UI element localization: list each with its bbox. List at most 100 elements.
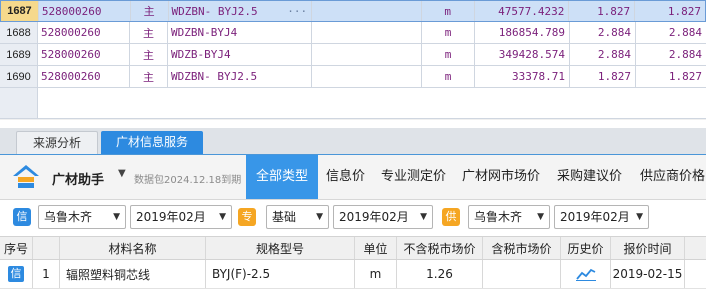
info-badge: 信 <box>13 208 31 226</box>
nav-purchase-suggest-price[interactable]: 采购建议价 <box>557 155 622 199</box>
chevron-down-icon: ▼ <box>420 212 427 222</box>
price-ex-tax: 1.26 <box>397 260 483 288</box>
spec-cell[interactable]: WDZBN- BYJ2.5 ··· <box>169 1 313 21</box>
tab-material-info-service[interactable]: 广材信息服务 <box>101 131 203 154</box>
unit-cell: m <box>422 44 475 65</box>
col-header-history[interactable]: 历史价 <box>561 237 611 259</box>
quantity-cell: 186854.789 <box>475 22 570 43</box>
region-value: 乌鲁木齐 <box>474 210 523 224</box>
unit-cell: m <box>422 22 475 43</box>
material-unit: m <box>355 260 397 288</box>
region-select[interactable]: 乌鲁木齐 ▼ <box>468 205 550 229</box>
package-expiry: 数据包2024.12.18到期 <box>134 175 242 186</box>
region-select[interactable]: 乌鲁木齐 ▼ <box>38 205 126 229</box>
price-cell: 2.884 <box>668 26 702 39</box>
main-flag: 主 <box>130 44 168 65</box>
material-code[interactable]: 528000260 <box>38 22 130 43</box>
row-number: 1 <box>33 260 60 288</box>
more-icon[interactable]: ··· <box>287 5 307 18</box>
material-code[interactable]: 528000260 <box>39 1 131 21</box>
main-flag: 主 <box>130 66 168 87</box>
quote-time: 2019-02-15 <box>611 260 685 288</box>
tab-source-analysis[interactable]: 来源分析 <box>16 131 98 154</box>
col-header-seq: 序号 <box>0 237 33 259</box>
grid-row[interactable]: 1689 528000260 主 WDZB-BYJ4 m 349428.574 … <box>0 44 706 66</box>
month-value: 2019年02月 <box>136 210 206 224</box>
price-cell: 1.827 <box>569 1 636 21</box>
chevron-down-icon: ▼ <box>636 212 643 222</box>
type-select[interactable]: 基础 ▼ <box>266 205 329 229</box>
col-header-spec[interactable]: 规格型号 <box>206 237 355 259</box>
nav-all-types[interactable]: 全部类型 <box>246 155 318 199</box>
price-cell: 1.827 <box>667 4 701 18</box>
col-header-filler <box>685 237 706 259</box>
grid-row-selected[interactable]: 1687 528000260 主 WDZBN- BYJ2.5 ··· m 4757… <box>0 0 706 22</box>
col-header-name[interactable]: 材料名称 <box>60 237 206 259</box>
spec-cell[interactable]: WDZBN- BYJ2.5 <box>168 66 312 87</box>
price-cell: 2.884 <box>570 22 636 43</box>
month-value: 2019年02月 <box>560 210 630 224</box>
unit-cell: m <box>422 1 475 21</box>
blank-cell <box>312 44 422 65</box>
unit-cell: m <box>422 66 475 87</box>
chevron-down-icon[interactable]: ▼ <box>118 168 126 179</box>
table-row[interactable]: 信 1 辐照塑料铜芯线 BYJ(F)-2.5 m 1.26 2019-02-15 <box>0 260 706 289</box>
nav-supplier-price[interactable]: 供应商价格 <box>640 155 705 199</box>
price-in-tax <box>483 260 561 288</box>
history-chart-icon[interactable] <box>561 260 611 288</box>
row-index: 1689 <box>0 44 38 65</box>
month-select[interactable]: 2019年02月 ▼ <box>554 205 649 229</box>
col-header-unit[interactable]: 单位 <box>355 237 397 259</box>
blank-cell <box>312 66 422 87</box>
grid-row[interactable]: 1690 528000260 主 WDZBN- BYJ2.5 m 33378.7… <box>0 66 706 88</box>
material-code[interactable]: 528000260 <box>38 44 130 65</box>
nav-info-price[interactable]: 信息价 <box>326 155 365 199</box>
filler-cell <box>685 260 706 288</box>
supplier-badge: 供 <box>442 208 460 226</box>
quantity-cell: 47577.4232 <box>475 1 570 21</box>
chevron-down-icon: ▼ <box>113 212 120 222</box>
panel-tabbar: 来源分析 广材信息服务 <box>0 128 706 155</box>
guangcai-logo-icon <box>13 165 39 188</box>
col-header-quote-time[interactable]: 报价时间 <box>611 237 685 259</box>
type-value: 基础 <box>272 210 297 224</box>
row-index: 1688 <box>0 22 38 43</box>
result-table-header: 序号 材料名称 规格型号 单位 不含税市场价 含税市场价 历史价 报价时间 <box>0 236 706 260</box>
month-value: 2019年02月 <box>339 210 409 224</box>
month-select[interactable]: 2019年02月 ▼ <box>333 205 433 229</box>
blank-cell <box>312 22 422 43</box>
nav-professional-price[interactable]: 专业测定价 <box>381 155 446 199</box>
spec-cell[interactable]: WDZB-BYJ4 <box>168 44 312 65</box>
nav-market-price[interactable]: 广材网市场价 <box>462 155 540 199</box>
filter-row: 信 乌鲁木齐 ▼ 2019年02月 ▼ 专 基础 ▼ 2019年02月 ▼ 供 乌鲁木齐… <box>0 200 706 234</box>
col-header-spacer <box>33 237 60 259</box>
main-flag: 主 <box>130 22 168 43</box>
chevron-down-icon: ▼ <box>537 212 544 222</box>
col-header-price-ex-tax[interactable]: 不含税市场价 <box>397 237 483 259</box>
material-code[interactable]: 528000260 <box>38 66 130 87</box>
grid-row[interactable]: 1688 528000260 主 WDZBN-BYJ4 m 186854.789… <box>0 22 706 44</box>
price-cell: 1.827 <box>570 66 636 87</box>
spec-text: WDZBN- BYJ2.5 <box>171 4 258 18</box>
spec-cell[interactable]: WDZBN-BYJ4 <box>168 22 312 43</box>
row-index <box>0 88 38 118</box>
col-header-price-in-tax[interactable]: 含税市场价 <box>483 237 561 259</box>
main-flag: 主 <box>131 1 169 21</box>
price-cell: 2.884 <box>668 48 702 61</box>
professional-badge: 专 <box>238 208 256 226</box>
assistant-title[interactable]: 广材助手 <box>52 169 104 188</box>
horizontal-scrollbar[interactable] <box>0 118 706 120</box>
region-value: 乌鲁木齐 <box>44 210 93 224</box>
price-cell: 1.827 <box>668 70 702 83</box>
material-grid: 1687 528000260 主 WDZBN- BYJ2.5 ··· m 4757… <box>0 0 706 120</box>
assistant-bar: 广材助手 ▼ 数据包2024.12.18到期 全部类型 信息价 专业测定价 广材… <box>0 155 706 200</box>
month-select[interactable]: 2019年02月 ▼ <box>130 205 232 229</box>
quantity-cell: 349428.574 <box>475 44 570 65</box>
material-name: 辐照塑料铜芯线 <box>60 260 206 288</box>
chevron-down-icon: ▼ <box>219 212 226 222</box>
chevron-down-icon: ▼ <box>316 212 323 222</box>
info-badge: 信 <box>8 266 24 282</box>
quantity-cell: 33378.71 <box>475 66 570 87</box>
row-index: 1690 <box>0 66 38 87</box>
grid-row-partial <box>0 88 706 118</box>
